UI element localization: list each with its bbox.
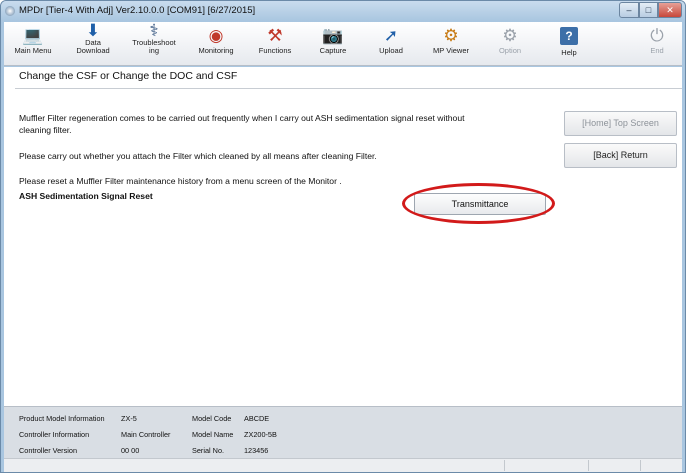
message-line: Please carry out whether you attach the … (19, 151, 377, 161)
toolbar-end[interactable]: ⏻ End (628, 22, 685, 66)
page-title: Change the CSF or Change the DOC and CSF (19, 70, 238, 82)
camera-icon: 📷 (322, 26, 344, 45)
viewer-icon: ⚙ (443, 26, 459, 45)
status-bar (4, 458, 682, 472)
toolbar-label: Functions (258, 46, 292, 55)
maximize-button[interactable]: □ (639, 2, 658, 18)
controller-version-label: Controller Version (19, 446, 77, 455)
gauge-icon: ◉ (208, 26, 224, 45)
download-arrow-icon: ⬇ (85, 21, 101, 40)
toolbar-label: Upload (379, 46, 403, 55)
message-line: Muffler Filter regeneration comes to be … (19, 113, 465, 123)
controller-version-value: 00 00 (121, 446, 140, 455)
model-name-label: Model Name (192, 430, 234, 439)
message-line: cleaning filter. (19, 125, 72, 135)
toolbar-help[interactable]: ? Help (540, 22, 598, 66)
serial-value: 123456 (244, 446, 269, 455)
toolbar-label-line2: Download (76, 46, 110, 55)
machine-info-panel: Product Model Information ZX-5 Model Cod… (4, 406, 682, 458)
reset-section-heading: ASH Sedimentation Signal Reset (19, 191, 153, 201)
return-button[interactable]: [Back] Return (564, 143, 677, 168)
toolbar-main-menu[interactable]: 💻 Main Menu (4, 22, 62, 66)
toolbar-data-download[interactable]: ⬇ Data Download (64, 22, 122, 66)
title-bar[interactable]: MPDr [Tier-4 With Adj] Ver2.10.0.0 [COM9… (1, 1, 685, 21)
toolbar-label: Option (498, 46, 522, 55)
toolbar-option[interactable]: ⚙ Option (481, 22, 539, 66)
stethoscope-icon: ⚕ (149, 21, 159, 40)
toolbar-label: Capture (319, 46, 347, 55)
toolbar-mp-viewer[interactable]: ⚙ MP Viewer (422, 22, 480, 66)
toolbar-label: Help (561, 48, 577, 57)
controller-info-label: Controller Information (19, 430, 90, 439)
toolbar-capture[interactable]: 📷 Capture (304, 22, 362, 66)
toolbar-monitoring[interactable]: ◉ Monitoring (187, 22, 245, 66)
model-name-value: ZX200-5B (244, 430, 277, 439)
status-cell (588, 460, 640, 471)
option-icon: ⚙ (502, 26, 518, 45)
top-screen-button[interactable]: [Home] Top Screen (564, 111, 677, 136)
toolbar-functions[interactable]: ⚒ Functions (246, 22, 304, 66)
tools-icon: ⚒ (267, 26, 283, 45)
product-model-label: Product Model Information (19, 414, 105, 423)
status-cell (640, 460, 682, 471)
model-code-label: Model Code (192, 414, 232, 423)
main-content: Change the CSF or Change the DOC and CSF… (4, 67, 682, 406)
window-title: MPDr [Tier-4 With Adj] Ver2.10.0.0 [COM9… (19, 5, 256, 16)
power-icon: ⏻ (650, 26, 664, 45)
red-highlight-ellipse (402, 183, 555, 224)
toolbar-label: MP Viewer (433, 46, 469, 55)
status-cell (504, 460, 588, 471)
minimize-button[interactable]: – (619, 2, 639, 18)
help-icon: ? (560, 27, 578, 45)
application-window: MPDr [Tier-4 With Adj] Ver2.10.0.0 [COM9… (0, 0, 686, 473)
controller-info-value: Main Controller (121, 430, 171, 439)
toolbar-label: Monitoring (198, 46, 234, 55)
message-line: Please reset a Muffler Filter maintenanc… (19, 176, 342, 186)
title-divider (15, 88, 682, 89)
toolbar-upload[interactable]: ➚ Upload (362, 22, 420, 66)
laptop-icon: 💻 (22, 26, 44, 45)
toolbar-label-line2: ing (148, 46, 159, 55)
app-icon (5, 6, 15, 16)
toolbar-label: Main Menu (14, 46, 52, 55)
serial-label: Serial No. (192, 446, 225, 455)
close-button[interactable]: ✕ (658, 2, 682, 18)
toolbar-label: End (650, 46, 664, 55)
product-model-value: ZX-5 (121, 414, 137, 423)
upload-arrow-icon: ➚ (383, 26, 399, 45)
model-code-value: ABCDE (244, 414, 270, 423)
toolbar-troubleshooting[interactable]: ⚕ Troubleshoot ing (125, 22, 183, 66)
main-toolbar: 💻 Main Menu ⬇ Data Download ⚕ Troublesho… (4, 22, 682, 66)
